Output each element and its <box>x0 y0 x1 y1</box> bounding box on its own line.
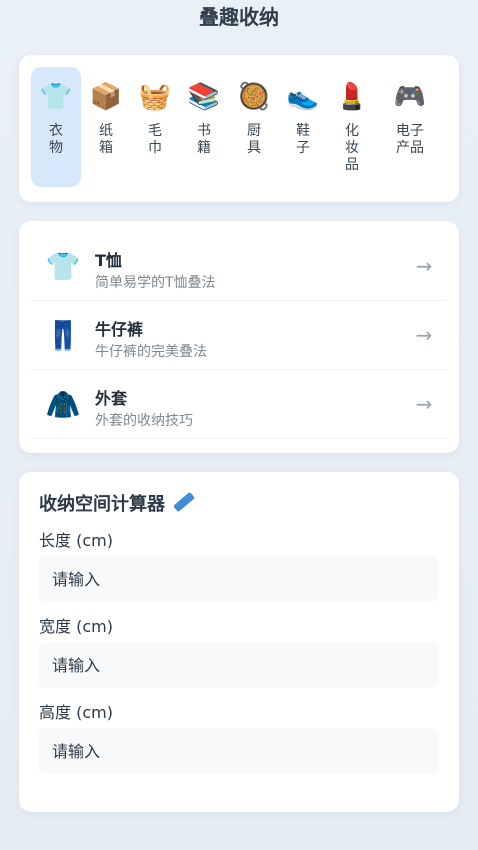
ruler-icon <box>173 491 195 513</box>
storage-calculator: 收纳空间计算器 长度 (cm) 宽度 (cm) 高度 (cm) <box>19 472 459 812</box>
basket-icon: 🧺 <box>138 82 172 112</box>
category-label: 厨具 <box>247 123 261 156</box>
category-item-clothes[interactable]: 👕 衣物 <box>31 67 81 187</box>
category-label: 毛巾 <box>148 123 162 156</box>
calculator-title-text: 收纳空间计算器 <box>39 494 165 515</box>
category-label: 电子产品 <box>396 123 424 156</box>
shoe-icon: 👟 <box>286 82 320 112</box>
guide-title: T恤 <box>95 251 122 270</box>
list-item-jeans[interactable]: 👖 牛仔裤 牛仔裤的完美叠法 → <box>31 302 447 370</box>
page-title: 叠趣收纳 <box>199 5 279 29</box>
category-label: 纸箱 <box>99 123 113 156</box>
category-item-cosmetics[interactable]: 💄 化妆品 <box>327 67 377 187</box>
box-icon: 📦 <box>89 82 123 112</box>
category-item-shoes[interactable]: 👟 鞋子 <box>278 67 328 187</box>
category-bar: 👕 衣物 📦 纸箱 🧺 毛巾 📚 书籍 🥘 厨具 👟 鞋子 💄 化妆品 🎮 电子… <box>19 55 459 202</box>
tshirt-icon: 👕 <box>39 82 73 112</box>
list-item-tshirt[interactable]: 👕 T恤 简单易学的T恤叠法 → <box>31 233 447 301</box>
guide-title: 牛仔裤 <box>95 320 144 339</box>
tshirt-icon: 👕 <box>45 250 81 283</box>
category-label: 化妆品 <box>345 123 359 173</box>
pan-icon: 🥘 <box>237 82 271 112</box>
height-input[interactable] <box>38 728 439 774</box>
calculator-title: 收纳空间计算器 <box>39 490 195 516</box>
category-item-books[interactable]: 📚 书籍 <box>179 67 229 187</box>
category-label: 书籍 <box>197 123 211 156</box>
category-item-boxes[interactable]: 📦 纸箱 <box>81 67 131 187</box>
arrow-right-icon[interactable]: → <box>413 253 435 279</box>
coat-icon: 🧥 <box>45 388 81 421</box>
category-label: 鞋子 <box>296 123 310 156</box>
length-input[interactable] <box>38 556 439 602</box>
width-label: 宽度 (cm) <box>39 617 113 636</box>
guide-subtitle: 牛仔裤的完美叠法 <box>95 344 207 360</box>
arrow-right-icon[interactable]: → <box>413 391 435 417</box>
guide-subtitle: 外套的收纳技巧 <box>95 413 193 429</box>
category-item-towels[interactable]: 🧺 毛巾 <box>130 67 180 187</box>
length-label: 长度 (cm) <box>39 531 113 550</box>
category-item-electronics[interactable]: 🎮 电子产品 <box>385 67 435 187</box>
category-label: 衣物 <box>49 123 63 156</box>
arrow-right-icon[interactable]: → <box>413 322 435 348</box>
jeans-icon: 👖 <box>45 319 81 352</box>
gamepad-icon: 🎮 <box>393 82 427 112</box>
lipstick-icon: 💄 <box>335 82 369 112</box>
height-label: 高度 (cm) <box>39 703 113 722</box>
category-item-kitchenware[interactable]: 🥘 厨具 <box>229 67 279 187</box>
folding-guide-list: 👕 T恤 简单易学的T恤叠法 → 👖 牛仔裤 牛仔裤的完美叠法 → 🧥 外套 外… <box>19 221 459 453</box>
width-input[interactable] <box>38 642 439 688</box>
books-icon: 📚 <box>187 82 221 112</box>
guide-subtitle: 简单易学的T恤叠法 <box>95 275 216 291</box>
guide-title: 外套 <box>95 389 128 408</box>
list-item-coat[interactable]: 🧥 外套 外套的收纳技巧 → <box>31 371 447 439</box>
